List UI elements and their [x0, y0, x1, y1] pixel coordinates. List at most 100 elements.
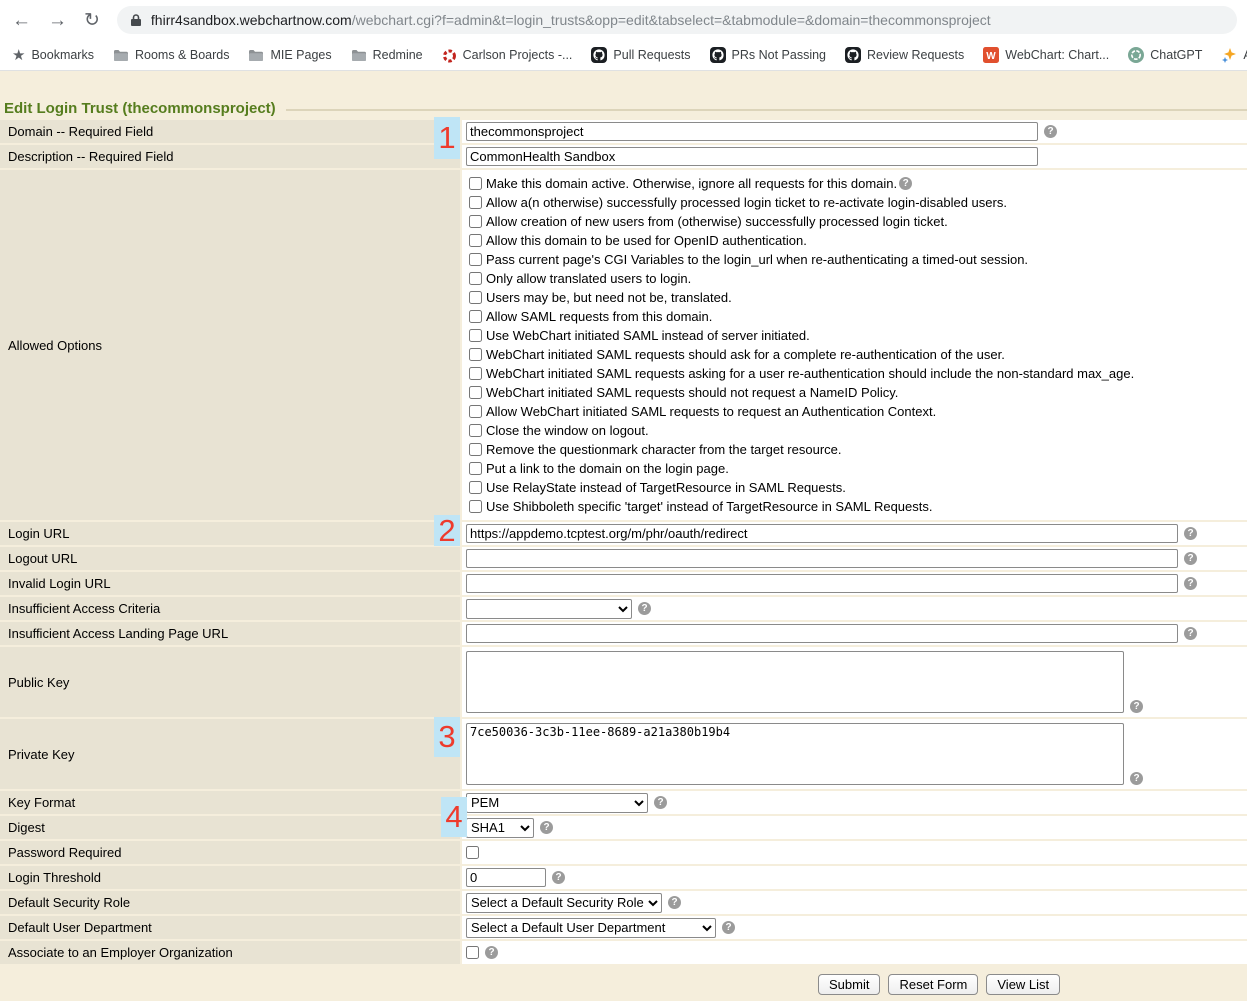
- bookmark-acc[interactable]: Acc: [1221, 47, 1247, 63]
- option-max-age[interactable]: WebChart initiated SAML requests asking …: [469, 364, 1134, 383]
- redmine-icon: [442, 48, 457, 63]
- option-use-relaystate[interactable]: Use RelayState instead of TargetResource…: [469, 478, 846, 497]
- checkbox[interactable]: [469, 253, 482, 266]
- help-icon[interactable]: ?: [722, 921, 735, 934]
- option-users-need-not-be-translated[interactable]: Users may be, but need not be, translate…: [469, 288, 732, 307]
- option-make-domain-active[interactable]: Make this domain active. Otherwise, igno…: [469, 174, 912, 193]
- checkbox[interactable]: [469, 196, 482, 209]
- bookmark-pull-requests[interactable]: Pull Requests: [591, 47, 690, 63]
- option-label: Use RelayState instead of TargetResource…: [486, 480, 846, 495]
- insufficient-access-criteria-select[interactable]: [466, 599, 632, 619]
- bookmark-mie-pages[interactable]: MIE Pages: [248, 48, 331, 62]
- description-input[interactable]: [466, 147, 1038, 166]
- folder-icon: [248, 49, 264, 62]
- help-icon[interactable]: ?: [1044, 125, 1057, 138]
- row-login-url: Login URL ?: [0, 522, 1247, 547]
- bookmark-chatgpt[interactable]: ChatGPT: [1128, 47, 1202, 63]
- bookmark-rooms-boards[interactable]: Rooms & Boards: [113, 48, 229, 62]
- default-security-role-select[interactable]: Select a Default Security Role: [466, 893, 662, 913]
- bookmark-prs-not-passing[interactable]: PRs Not Passing: [710, 47, 826, 63]
- help-icon[interactable]: ?: [1130, 772, 1143, 785]
- help-icon[interactable]: ?: [485, 946, 498, 959]
- checkbox[interactable]: [469, 386, 482, 399]
- bookmark-bookmarks[interactable]: ★ Bookmarks: [12, 48, 94, 63]
- lock-icon: [130, 13, 142, 27]
- insufficient-access-criteria-label: Insufficient Access Criteria: [0, 597, 462, 620]
- checkbox[interactable]: [469, 462, 482, 475]
- help-icon[interactable]: ?: [1184, 627, 1197, 640]
- invalid-login-url-input[interactable]: [466, 574, 1178, 593]
- key-format-select[interactable]: PEM: [466, 793, 648, 813]
- option-remove-questionmark[interactable]: Remove the questionmark character from t…: [469, 440, 842, 459]
- private-key-textarea[interactable]: 7ce50036-3c3b-11ee-8689-a21a380b19b4: [466, 723, 1124, 785]
- address-bar[interactable]: fhirr4sandbox.webchartnow.com/webchart.c…: [117, 6, 1237, 34]
- help-icon[interactable]: ?: [552, 871, 565, 884]
- checkbox[interactable]: [469, 405, 482, 418]
- domain-input[interactable]: [466, 122, 1038, 141]
- row-insufficient-access-criteria: Insufficient Access Criteria ?: [0, 597, 1247, 622]
- checkbox[interactable]: [469, 443, 482, 456]
- bookmark-review-requests[interactable]: Review Requests: [845, 47, 964, 63]
- option-openid-auth[interactable]: Allow this domain to be used for OpenID …: [469, 231, 807, 250]
- checkbox[interactable]: [469, 500, 482, 513]
- checkbox[interactable]: [469, 177, 482, 190]
- bookmark-redmine[interactable]: Redmine: [351, 48, 423, 62]
- help-icon[interactable]: ?: [1184, 552, 1197, 565]
- option-no-nameid-policy[interactable]: WebChart initiated SAML requests should …: [469, 383, 898, 402]
- bookmark-webchart[interactable]: W WebChart: Chart...: [983, 47, 1109, 63]
- login-url-input[interactable]: [466, 524, 1178, 543]
- option-complete-reauthentication[interactable]: WebChart initiated SAML requests should …: [469, 345, 1005, 364]
- option-authentication-context[interactable]: Allow WebChart initiated SAML requests t…: [469, 402, 936, 421]
- checkbox[interactable]: [469, 272, 482, 285]
- default-user-department-select[interactable]: Select a Default User Department: [466, 918, 716, 938]
- form-buttons: Submit Reset Form View List: [0, 966, 1247, 995]
- option-label: Allow creation of new users from (otherw…: [486, 214, 948, 229]
- checkbox[interactable]: [469, 348, 482, 361]
- checkbox[interactable]: [469, 310, 482, 323]
- bookmark-label: Pull Requests: [613, 48, 690, 62]
- option-shibboleth-target[interactable]: Use Shibboleth specific 'target' instead…: [469, 497, 932, 516]
- forward-icon[interactable]: →: [48, 11, 67, 30]
- option-allow-user-creation[interactable]: Allow creation of new users from (otherw…: [469, 212, 948, 231]
- option-close-window-on-logout[interactable]: Close the window on logout.: [469, 421, 649, 440]
- bookmark-carlson-projects[interactable]: Carlson Projects -...: [442, 48, 573, 63]
- back-icon[interactable]: ←: [12, 11, 31, 30]
- row-public-key: Public Key ?: [0, 647, 1247, 719]
- reload-icon[interactable]: ↻: [84, 11, 100, 30]
- option-only-translated-users[interactable]: Only allow translated users to login.: [469, 269, 691, 288]
- associate-employer-checkbox[interactable]: [466, 946, 479, 959]
- submit-button[interactable]: Submit: [818, 974, 880, 995]
- allowed-options-label: Allowed Options: [0, 170, 462, 520]
- checkbox[interactable]: [469, 234, 482, 247]
- logout-url-input[interactable]: [466, 549, 1178, 568]
- option-pass-cgi-variables[interactable]: Pass current page's CGI Variables to the…: [469, 250, 1028, 269]
- help-icon[interactable]: ?: [654, 796, 667, 809]
- login-threshold-input[interactable]: [466, 868, 546, 887]
- help-icon[interactable]: ?: [899, 177, 912, 190]
- checkbox[interactable]: [469, 215, 482, 228]
- view-list-button[interactable]: View List: [986, 974, 1060, 995]
- default-security-role-label: Default Security Role: [0, 891, 462, 914]
- option-allow-saml-requests[interactable]: Allow SAML requests from this domain.: [469, 307, 712, 326]
- help-icon[interactable]: ?: [1184, 577, 1197, 590]
- insufficient-access-landing-input[interactable]: [466, 624, 1178, 643]
- checkbox[interactable]: [469, 481, 482, 494]
- checkbox[interactable]: [469, 329, 482, 342]
- description-label: Description -- Required Field: [0, 145, 462, 168]
- option-link-on-login-page[interactable]: Put a link to the domain on the login pa…: [469, 459, 729, 478]
- public-key-textarea[interactable]: [466, 651, 1124, 713]
- help-icon[interactable]: ?: [668, 896, 681, 909]
- option-webchart-initiated-saml[interactable]: Use WebChart initiated SAML instead of s…: [469, 326, 810, 345]
- help-icon[interactable]: ?: [540, 821, 553, 834]
- help-icon[interactable]: ?: [638, 602, 651, 615]
- password-required-checkbox[interactable]: [466, 846, 479, 859]
- help-icon[interactable]: ?: [1184, 527, 1197, 540]
- checkbox[interactable]: [469, 424, 482, 437]
- option-reactivate-disabled-users[interactable]: Allow a(n otherwise) successfully proces…: [469, 193, 1007, 212]
- digest-select[interactable]: SHA1: [466, 818, 534, 838]
- help-icon[interactable]: ?: [1130, 700, 1143, 713]
- row-description: Description -- Required Field: [0, 145, 1247, 170]
- reset-form-button[interactable]: Reset Form: [888, 974, 978, 995]
- checkbox[interactable]: [469, 291, 482, 304]
- checkbox[interactable]: [469, 367, 482, 380]
